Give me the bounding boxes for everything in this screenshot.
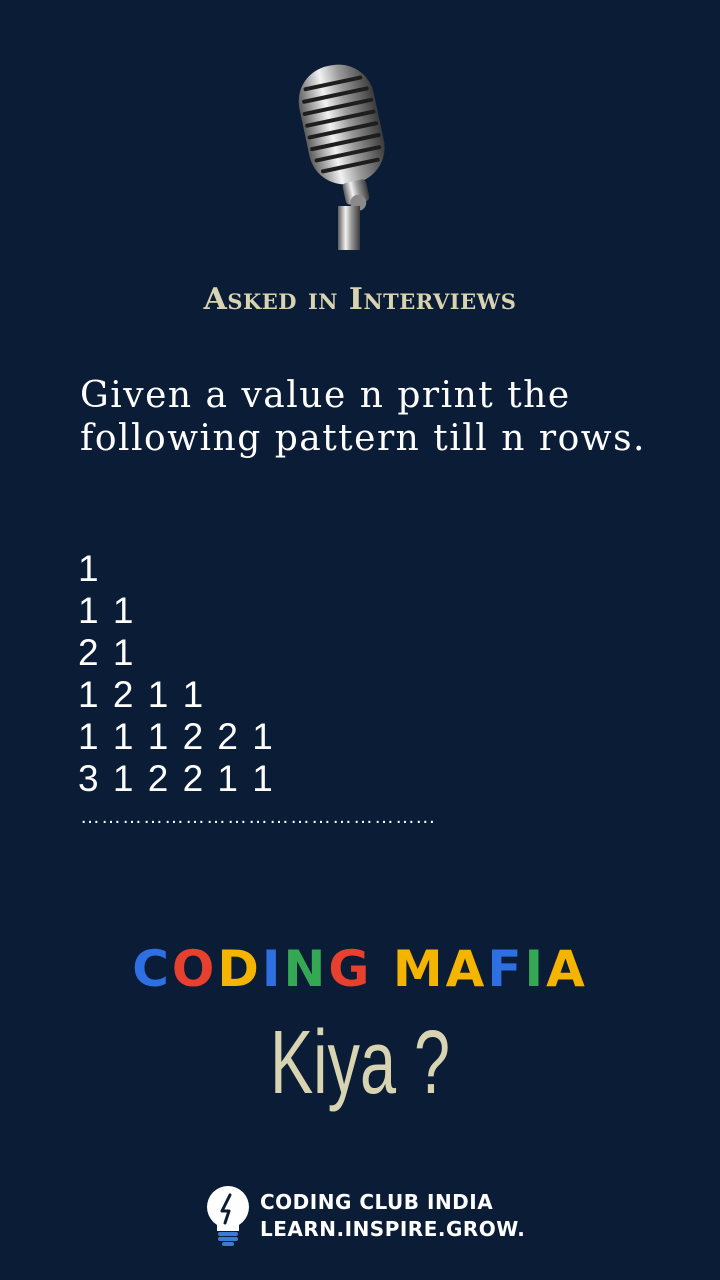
microphone-icon [298, 64, 385, 250]
org-motto: LEARN.INSPIRE.GROW. [260, 1217, 526, 1241]
brand-letter: D [217, 940, 262, 998]
continuation-dots: …………………………………………... [80, 806, 436, 828]
footer-branding: CODING CLUB INDIA LEARN.INSPIRE.GROW. [204, 1184, 525, 1248]
lightbulb-icon [207, 1186, 249, 1246]
pattern-row: 1 [78, 548, 101, 589]
section-heading: Asked in Interviews [203, 282, 517, 317]
brand-letter: G [328, 940, 373, 998]
org-name: CODING CLUB INDIA [260, 1190, 494, 1214]
brand-letter [372, 940, 392, 998]
pattern-row: 1 2 1 1 [78, 674, 206, 715]
tagline: Kiya ? [269, 1013, 451, 1113]
pattern-row: 1 1 1 2 2 1 [78, 716, 275, 757]
brand-letter: O [171, 940, 218, 998]
brand-letter: I [261, 940, 284, 998]
brand-letter: F [487, 940, 525, 998]
brand-letter: A [445, 940, 488, 998]
brand-letter: M [392, 940, 446, 998]
brand-letter: C [132, 940, 172, 998]
question-text: Given a value n print the following patt… [80, 375, 646, 459]
pattern-row: 2 1 [78, 632, 136, 673]
brand-letter: I [524, 940, 547, 998]
brand-letter: N [283, 940, 329, 998]
pattern-row: 1 1 [78, 590, 136, 631]
number-pattern: 1 1 1 2 1 1 2 1 1 1 1 1 2 2 1 3 1 2 2 1 … [78, 548, 275, 800]
brand-logo: CODING MAFIA [0, 940, 720, 998]
pattern-row: 3 1 2 2 1 1 [78, 758, 275, 799]
brand-letter: A [546, 940, 588, 998]
